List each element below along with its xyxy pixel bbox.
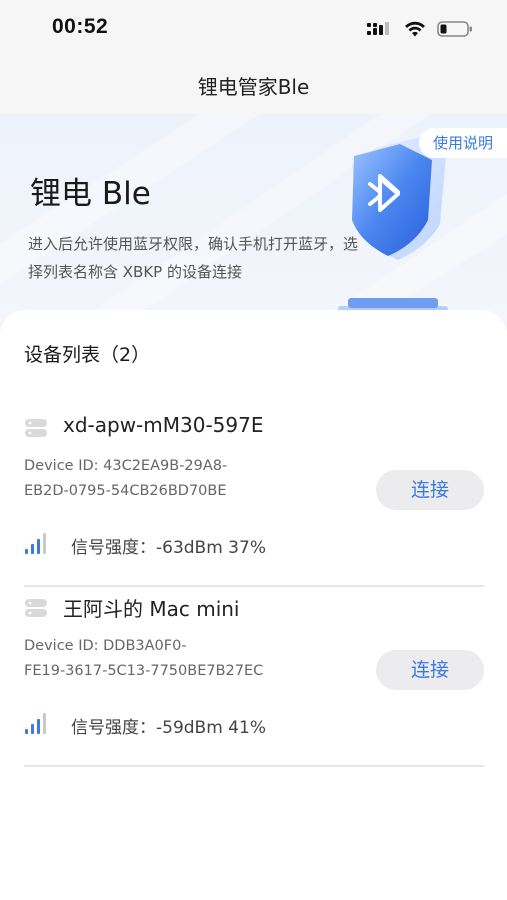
device-name: xd-apw-mM30-597E xyxy=(63,413,264,437)
divider xyxy=(24,585,484,587)
device-id-line-1: Device ID: 43C2EA9B-29A8- xyxy=(24,458,228,474)
signal-strength-text: 信号强度：-59dBm 41% xyxy=(71,718,266,738)
page-title: 锂电管家Ble xyxy=(197,74,310,99)
divider xyxy=(24,765,484,767)
device-list-card: 设备列表（2） xd-apw-mM30-597E Device ID: 43C2… xyxy=(0,310,507,900)
device-name: 王阿斗的 Mac mini xyxy=(63,597,240,621)
device-id-line-1: Device ID: DDB3A0F0- xyxy=(24,638,187,654)
battery-icon xyxy=(437,21,472,37)
hero-description: 进入后允许使用蓝牙权限，确认手机打开蓝牙，选择列表名称含 XBKP 的设备连接 xyxy=(28,235,359,281)
bluetooth-shield-illustration xyxy=(338,136,448,314)
hero-title: 锂电 Ble xyxy=(30,176,151,212)
device-item: 王阿斗的 Mac mini Device ID: DDB3A0F0- FE19-… xyxy=(24,590,484,770)
device-item: xd-apw-mM30-597E Device ID: 43C2EA9B-29A… xyxy=(24,410,484,590)
device-icon xyxy=(25,419,47,437)
wifi-icon xyxy=(405,21,425,37)
signal-strength-text: 信号强度：-63dBm 37% xyxy=(71,538,266,558)
device-icon xyxy=(25,599,47,617)
device-list-header: 设备列表（2） xyxy=(24,344,151,366)
signal-strength-icon xyxy=(25,713,46,734)
signal-strength-icon xyxy=(25,533,46,554)
device-id: Device ID: 43C2EA9B-29A8- EB2D-0795-54CB… xyxy=(24,454,304,504)
hero-banner: 锂电 Ble 进入后允许使用蓝牙权限，确认手机打开蓝牙，选择列表名称含 XBKP… xyxy=(0,114,507,334)
connect-button[interactable]: 连接 xyxy=(376,470,484,510)
device-id-line-2: FE19-3617-5C13-7750BE7B27EC xyxy=(24,663,264,679)
help-button[interactable]: 使用说明 xyxy=(418,128,507,158)
status-time: 00:52 xyxy=(52,15,109,38)
navigation-bar: 锂电管家Ble xyxy=(0,56,507,114)
connect-button[interactable]: 连接 xyxy=(376,650,484,690)
device-id-line-2: EB2D-0795-54CB26BD70BE xyxy=(24,483,227,499)
status-icons xyxy=(367,18,473,40)
cellular-signal-icon xyxy=(367,22,389,35)
status-bar: 00:52 xyxy=(0,0,507,56)
device-id: Device ID: DDB3A0F0- FE19-3617-5C13-7750… xyxy=(24,634,304,684)
